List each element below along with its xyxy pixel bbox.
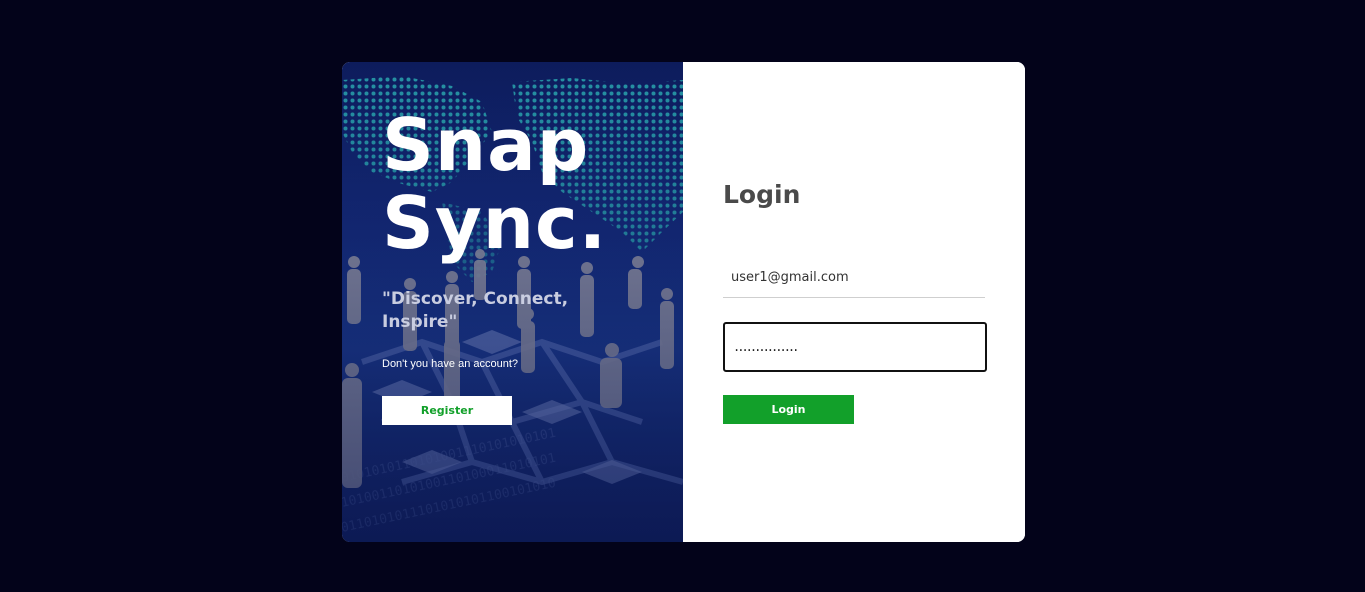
login-title: Login: [723, 180, 801, 209]
password-field[interactable]: [723, 322, 987, 372]
login-button[interactable]: Login: [723, 395, 854, 424]
login-card: 0101010110101001110101010101 10100110101…: [342, 62, 1025, 542]
login-panel: Login Login: [683, 62, 1025, 542]
register-button[interactable]: Register: [382, 396, 512, 425]
register-prompt: Don't you have an account?: [382, 358, 519, 370]
branding-panel: 0101010110101001110101010101 10100110101…: [342, 62, 683, 542]
brand-title-line1: Snap: [382, 103, 590, 187]
brand-tagline: "Discover, Connect, Inspire": [382, 289, 569, 332]
brand-title-line2: Sync.: [382, 181, 608, 265]
email-field[interactable]: [723, 258, 985, 298]
brand-logo-text: Snap Sync.: [382, 106, 607, 262]
